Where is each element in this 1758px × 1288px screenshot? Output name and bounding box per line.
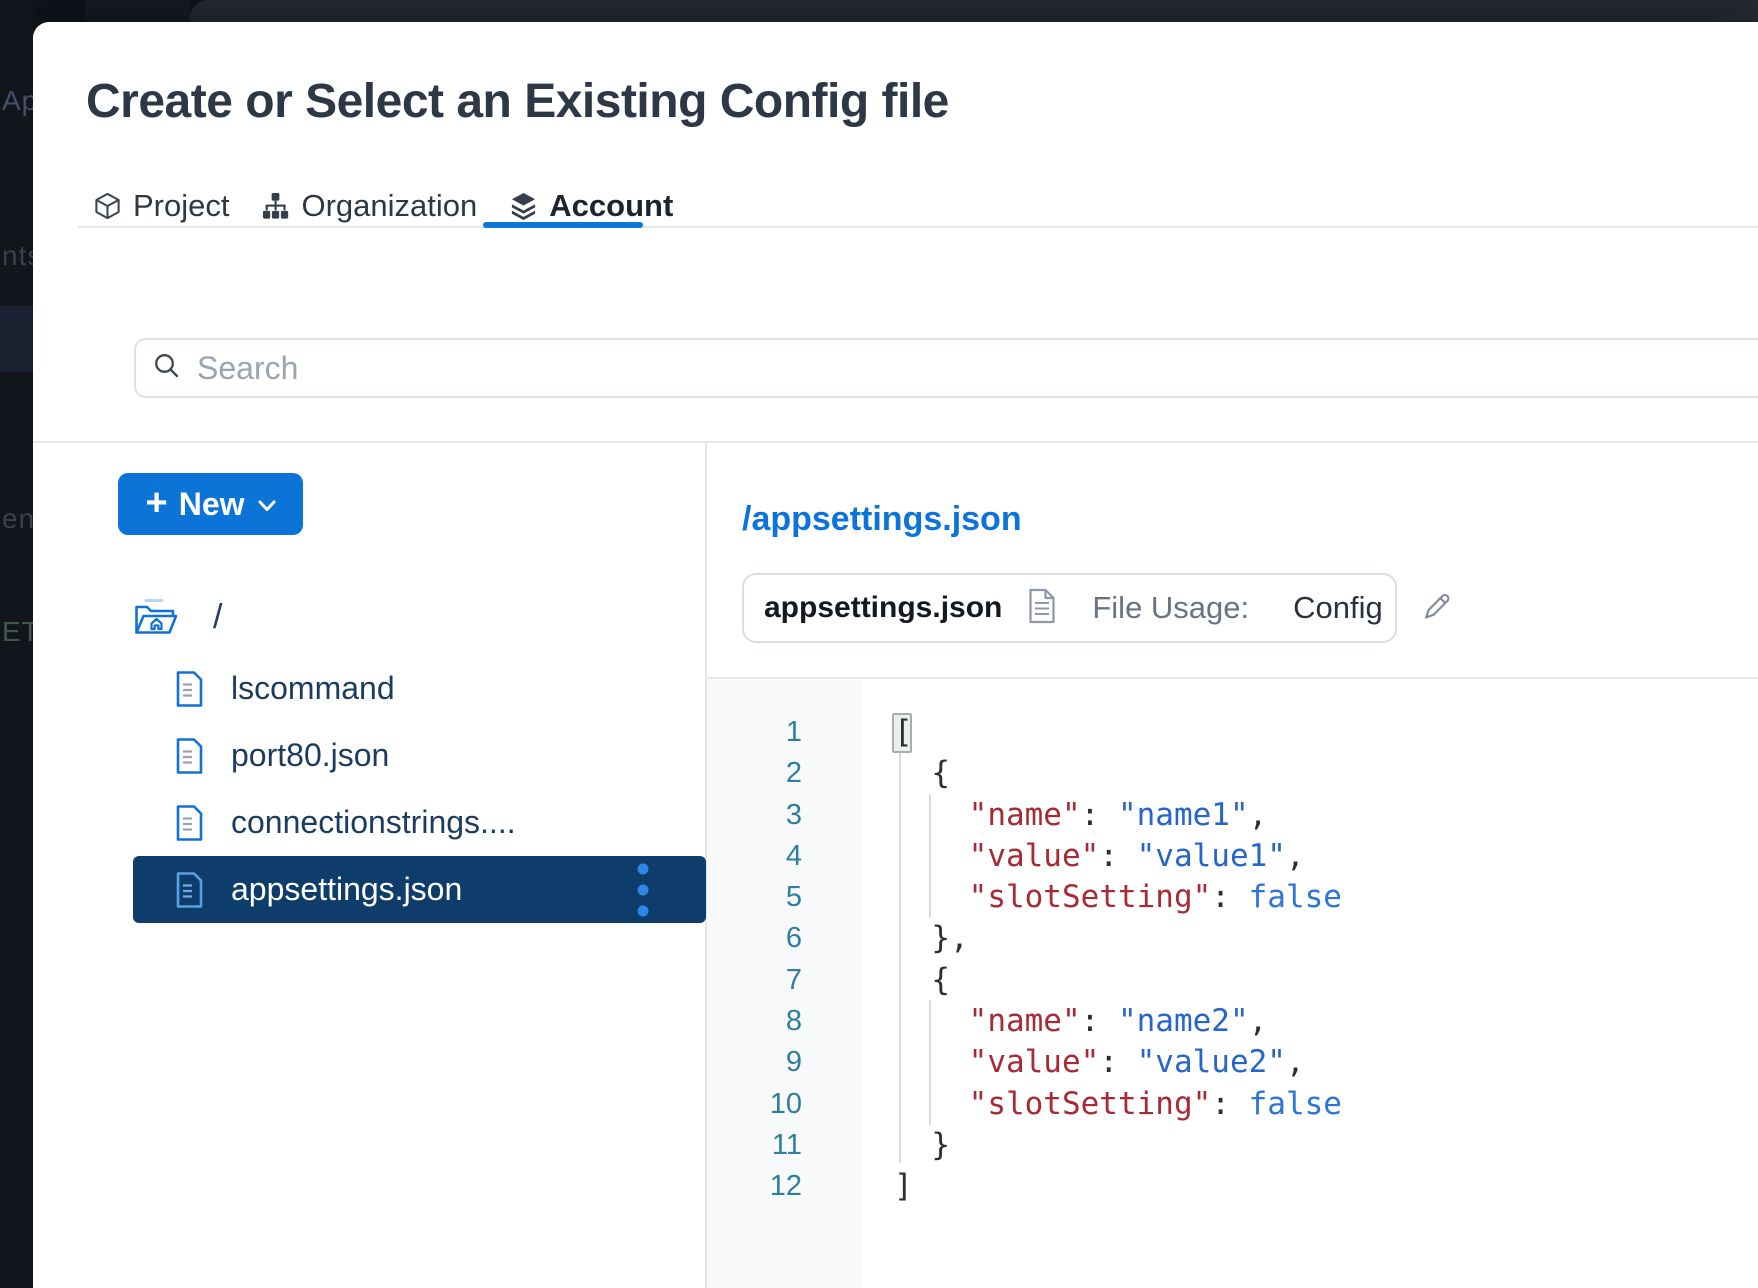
code-panel-border (705, 677, 1758, 679)
tab-project[interactable]: Project (93, 188, 229, 224)
file-path-link[interactable]: /appsettings.json (742, 500, 1022, 539)
tree-file-row[interactable]: connectionstrings.... (133, 789, 706, 856)
tree-file-label: port80.json (231, 737, 389, 774)
file-list: lscommand port80.json connectionstrings...… (133, 655, 706, 923)
tab-organization-label: Organization (301, 188, 477, 224)
search-input[interactable] (197, 350, 1597, 387)
tab-account-label: Account (549, 188, 673, 224)
org-chart-icon (261, 191, 290, 221)
file-usage-value: Config (1293, 590, 1383, 626)
backdrop-clipped-text: ents (2, 503, 33, 535)
file-icon (175, 670, 204, 708)
new-button[interactable]: + New (118, 473, 303, 535)
tree-file-label: connectionstrings.... (231, 804, 516, 841)
file-icon (175, 804, 204, 842)
tab-organization[interactable]: Organization (261, 188, 477, 224)
line-number: 4 (707, 836, 802, 877)
line-numbers: 123456789101112 (707, 712, 802, 1208)
line-number: 12 (707, 1166, 802, 1207)
line-number: 3 (707, 795, 802, 836)
line-number: 11 (707, 1125, 802, 1166)
line-number: 9 (707, 1042, 802, 1083)
tree-root-label: / (213, 598, 222, 637)
code-content[interactable]: [ { "name": "name1", "value": "value1", … (894, 712, 1342, 1208)
line-number: 10 (707, 1084, 802, 1125)
line-number: 1 (707, 712, 802, 753)
line-number: 5 (707, 877, 802, 918)
plus-icon: + (146, 484, 168, 522)
backdrop-clipped-text: nts (2, 240, 33, 272)
backdrop-clipped-text: Api (2, 85, 33, 117)
tab-account[interactable]: Account (509, 188, 673, 224)
line-number: 8 (707, 1001, 802, 1042)
search-box (134, 338, 1758, 398)
line-number: 7 (707, 960, 802, 1001)
active-tab-indicator (483, 222, 643, 228)
layers-icon (509, 191, 538, 221)
backdrop-sidebar-strip: Api nts ents ET (0, 0, 33, 1288)
open-folder-home-icon (133, 598, 179, 636)
file-usage-label: File Usage: (1092, 590, 1249, 626)
tree-root-folder[interactable]: / (133, 592, 222, 642)
search-icon (136, 352, 181, 385)
file-icon (175, 871, 204, 909)
backdrop-clipped-text: ET (2, 616, 33, 648)
line-number: 6 (707, 918, 802, 959)
tree-file-row[interactable]: port80.json (133, 722, 706, 789)
section-divider (33, 441, 1758, 443)
kebab-menu-icon[interactable] (637, 863, 649, 917)
new-button-label: New (179, 486, 245, 523)
line-number: 2 (707, 753, 802, 794)
file-usage-bar: appsettings.json File Usage: Config (742, 573, 1397, 643)
edit-pencil-icon[interactable] (1421, 590, 1453, 627)
config-file-modal: Create or Select an Existing Config file… (33, 22, 1758, 1288)
chevron-down-icon (258, 500, 276, 512)
tabs-divider (78, 226, 1758, 228)
tree-file-row[interactable]: appsettings.json (133, 856, 706, 923)
backdrop-sidebar-highlight (0, 306, 33, 372)
page-title: Create or Select an Existing Config file (86, 74, 949, 129)
document-icon (1028, 588, 1056, 629)
tree-file-label: appsettings.json (231, 871, 462, 908)
tree-file-label: lscommand (231, 670, 395, 707)
file-icon (175, 737, 204, 775)
tree-file-row[interactable]: lscommand (133, 655, 706, 722)
file-bar-filename: appsettings.json (764, 591, 1002, 625)
screen: Api nts ents ET Create or Select an Existin… (0, 0, 1758, 1288)
tab-project-label: Project (133, 188, 229, 224)
cube-icon (93, 191, 122, 221)
